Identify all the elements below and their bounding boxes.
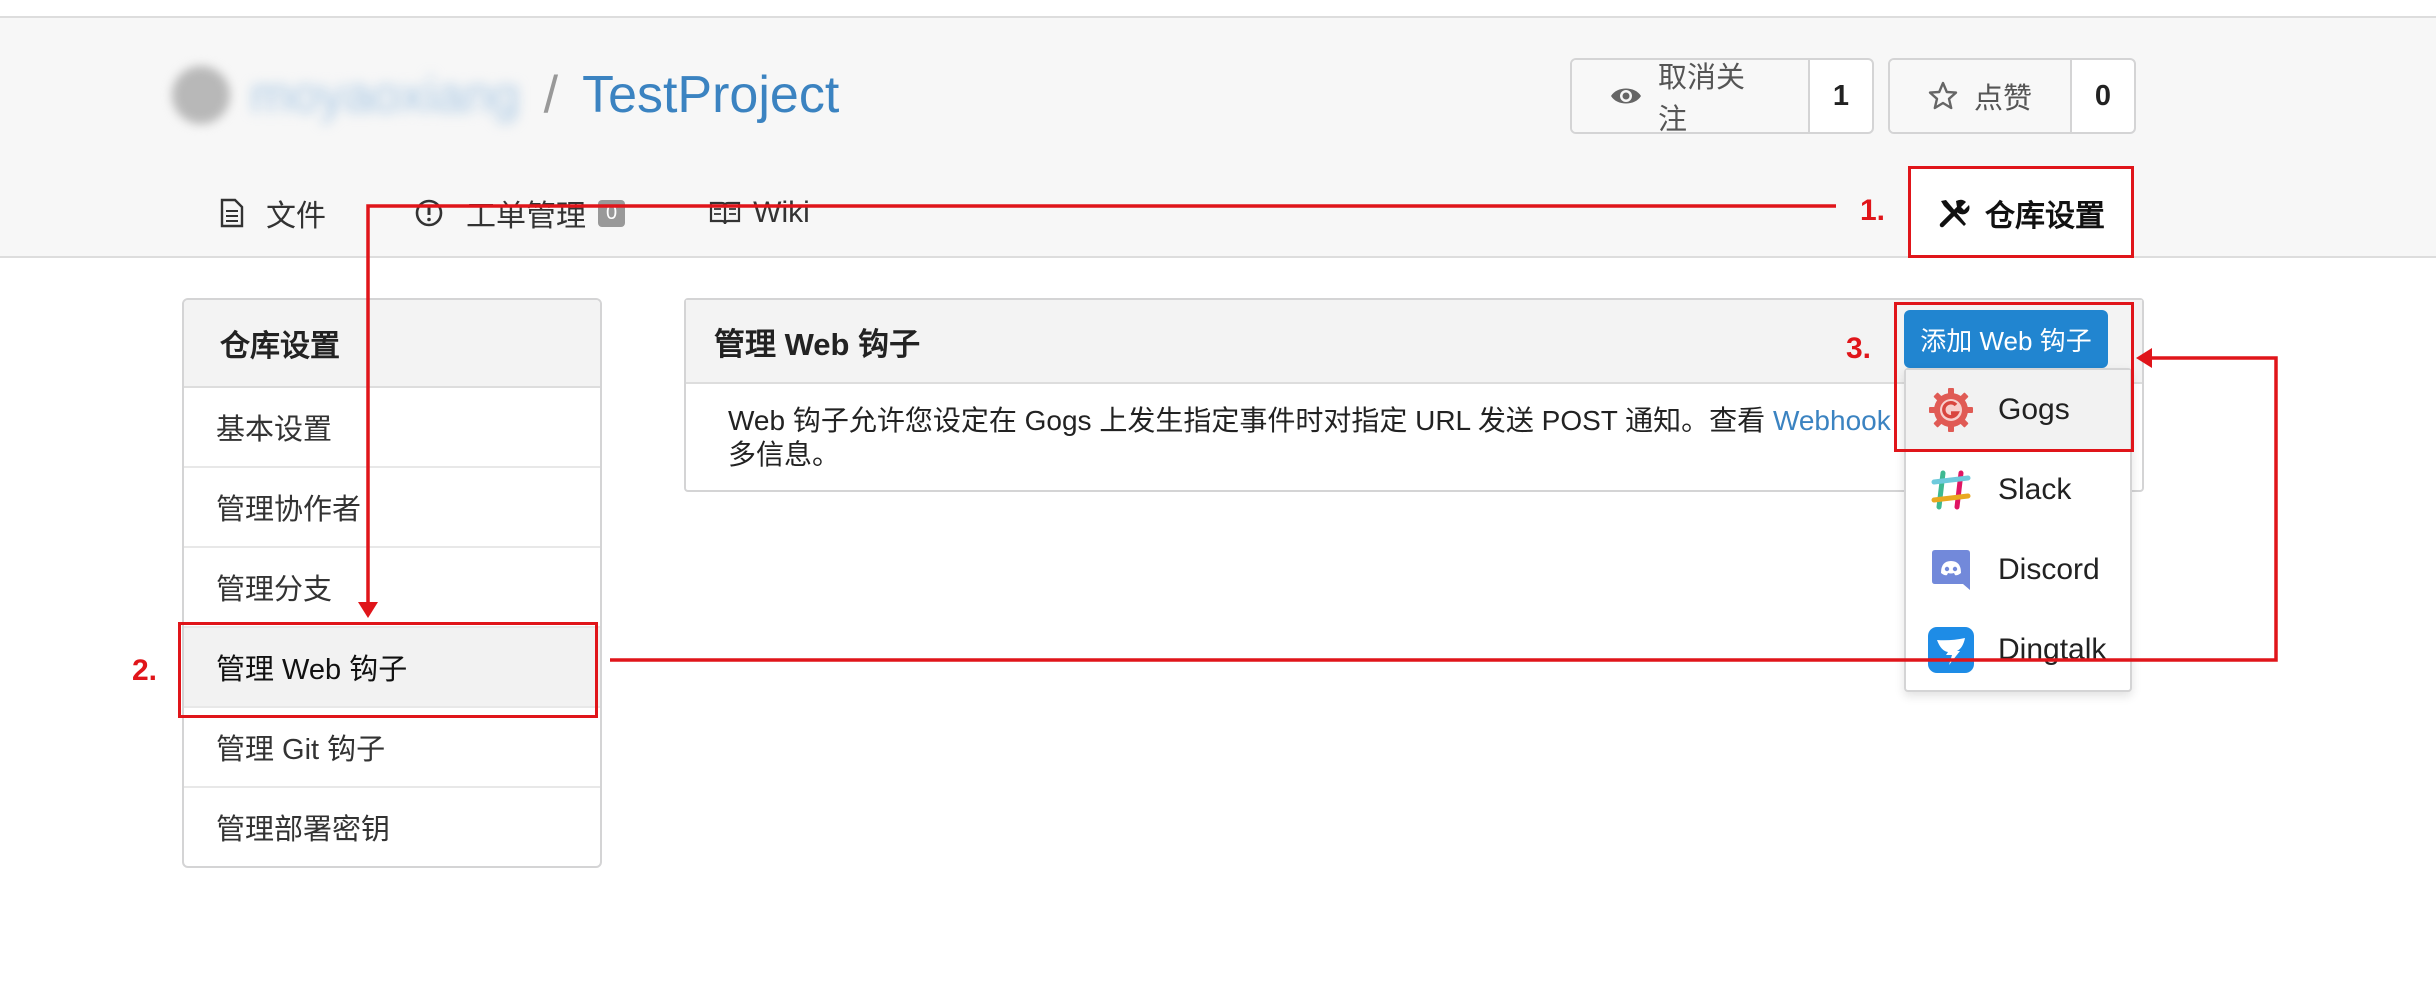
annotation-arrowhead-3: [2136, 348, 2152, 368]
annotation-arrow-1-to-2: [366, 204, 1836, 604]
annotation-arrowhead-2: [358, 602, 378, 618]
annotation-arrow-2-to-3: [610, 356, 2278, 662]
annotation-arrows: [358, 204, 2278, 662]
